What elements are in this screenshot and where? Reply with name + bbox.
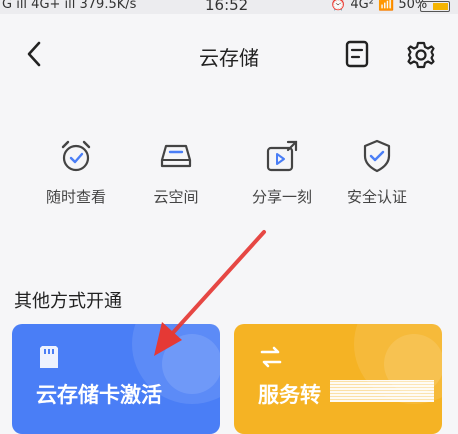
annotation-arrow xyxy=(154,230,266,356)
